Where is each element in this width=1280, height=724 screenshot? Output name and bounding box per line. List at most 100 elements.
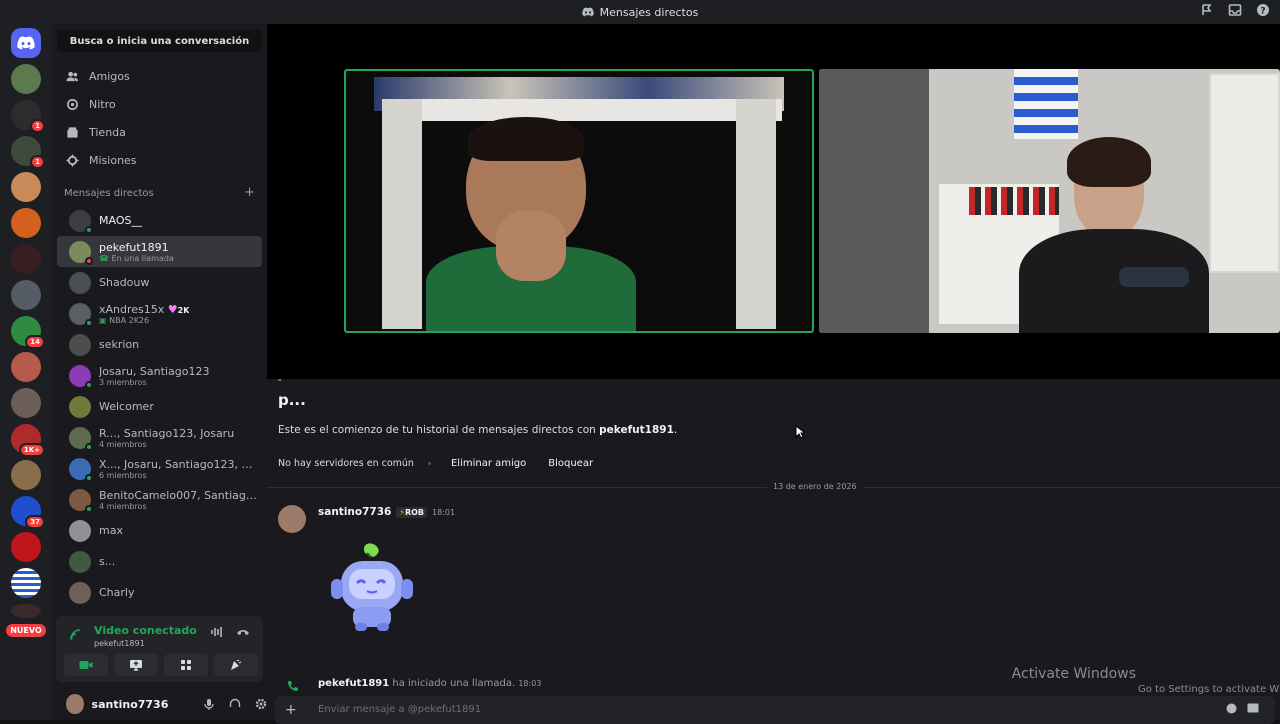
- add-dm-icon[interactable]: +: [244, 186, 255, 199]
- title-text: Mensajes directos: [599, 5, 699, 19]
- avatar: [69, 581, 91, 604]
- server-icon[interactable]: [11, 172, 41, 202]
- home-button[interactable]: [11, 28, 41, 58]
- server-icon[interactable]: [11, 208, 41, 238]
- video-person-controller: [1119, 267, 1189, 287]
- shop-icon: [66, 126, 79, 139]
- nav-item-quests[interactable]: Misiones: [52, 146, 267, 174]
- title-bar: Mensajes directos ?: [0, 0, 1280, 24]
- flag-icon[interactable]: [1200, 3, 1214, 17]
- nav-item-friends[interactable]: Amigos: [52, 62, 267, 90]
- server-icon[interactable]: 1: [11, 136, 45, 169]
- avatar: [69, 519, 91, 542]
- server-icon[interactable]: 1: [11, 100, 45, 133]
- call-event-user[interactable]: pekefut1891: [318, 678, 389, 689]
- server-icon[interactable]: [11, 280, 41, 310]
- message-avatar[interactable]: [278, 505, 306, 533]
- voice-status: Video conectado: [94, 624, 197, 637]
- message-author[interactable]: santino7736: [318, 506, 391, 518]
- server-icon[interactable]: 1K+: [11, 424, 45, 457]
- camera-button[interactable]: [64, 654, 108, 676]
- server-badge: 1: [30, 119, 45, 133]
- block-button[interactable]: Bloquear: [546, 455, 595, 472]
- server-icon[interactable]: 14: [11, 316, 45, 349]
- chat-intro: Este es el comienzo de tu historial de m…: [278, 424, 678, 436]
- watermark-line1: Activate Windows: [1011, 666, 1136, 682]
- dm-item[interactable]: Shadouw: [57, 267, 262, 298]
- dm-name: BenitoCamelo007, Santiago1...: [99, 488, 259, 502]
- watermark-line2: Go to Settings to activate Windows.: [1138, 684, 1280, 695]
- avatar: [69, 302, 93, 327]
- group-avatar: [69, 364, 93, 389]
- separator-dot: [427, 462, 431, 465]
- nav-item-shop[interactable]: Tienda: [52, 118, 267, 146]
- activities-button[interactable]: [164, 654, 208, 676]
- friends-icon: [66, 70, 79, 83]
- server-icon[interactable]: [11, 388, 41, 418]
- dm-name: Shadouw: [99, 276, 150, 289]
- camera-icon: [79, 661, 93, 669]
- server-icon[interactable]: [11, 568, 41, 598]
- watermark-line2-clip: Go to Settings to activate Windows.: [1138, 684, 1280, 698]
- dm-item[interactable]: MAOS__: [57, 205, 262, 236]
- help-icon[interactable]: ?: [1256, 3, 1270, 17]
- dm-item[interactable]: Josaru, Santiago123 3 miembros: [57, 360, 262, 391]
- dm-item[interactable]: s...: [57, 546, 262, 577]
- video-tile-santino7736[interactable]: [819, 69, 1280, 333]
- dm-item[interactable]: pekefut1891 ☎ En una llamada: [57, 236, 262, 267]
- server-icon[interactable]: [11, 352, 41, 382]
- server-icon[interactable]: 37: [11, 496, 45, 529]
- server-badge: 1: [30, 155, 45, 169]
- dm-item[interactable]: X..., Josaru, Santiago123, R...,... 6 mi…: [57, 453, 262, 484]
- activities-icon: [181, 660, 191, 670]
- nav-item-nitro[interactable]: Nitro: [52, 90, 267, 118]
- disconnect-icon[interactable]: [236, 626, 250, 638]
- server-icon[interactable]: [11, 244, 41, 274]
- dm-item[interactable]: max: [57, 515, 262, 546]
- date-label: 13 de enero de 2026: [767, 482, 863, 491]
- dm-subtext: ▣ NBA 2K26: [99, 315, 150, 325]
- no-servers-label: No hay servidores en común: [278, 458, 414, 469]
- dm-name: pekefut1891: [99, 240, 169, 254]
- gif-icon[interactable]: [1247, 703, 1259, 713]
- dm-name: X..., Josaru, Santiago123, R...,...: [99, 457, 259, 471]
- server-icon[interactable]: [11, 604, 41, 618]
- settings-gear-icon[interactable]: [255, 698, 267, 710]
- voice-connection-panel: Video conectado pekefut1891: [56, 616, 263, 682]
- dm-item[interactable]: Welcomer: [57, 391, 262, 422]
- inbox-icon[interactable]: [1228, 3, 1242, 17]
- microphone-icon[interactable]: [203, 698, 215, 710]
- video-tile-pekefut1891[interactable]: [344, 69, 814, 333]
- title-bar-heading: Mensajes directos: [581, 5, 699, 19]
- gift-icon[interactable]: [1226, 703, 1237, 714]
- server-icon[interactable]: [11, 460, 41, 490]
- dm-name: MAOS__: [99, 214, 143, 227]
- remove-friend-button[interactable]: Eliminar amigo: [445, 455, 532, 472]
- search-input[interactable]: Busca o inicia una conversación: [57, 30, 262, 52]
- call-event-icon: [287, 677, 299, 696]
- video-background-door: [1209, 73, 1280, 273]
- screen-share-button[interactable]: [114, 654, 158, 676]
- user-avatar[interactable]: [66, 694, 84, 714]
- date-divider: 13 de enero de 2026: [267, 482, 1280, 491]
- group-avatar: [69, 457, 93, 482]
- wumpus-sticker[interactable]: [327, 539, 417, 638]
- dm-item[interactable]: Charly: [57, 577, 262, 608]
- dm-item[interactable]: xAndres15x ♥2K ▣ NBA 2K26: [57, 298, 262, 329]
- server-icon[interactable]: [11, 532, 41, 562]
- soundboard-icon[interactable]: [210, 626, 224, 638]
- dm-subtext: ☎ En una llamada: [99, 253, 174, 263]
- dm-item[interactable]: R..., Santiago123, Josaru 4 miembros: [57, 422, 262, 453]
- user-name: santino7736: [91, 697, 169, 711]
- voice-channel[interactable]: pekefut1891: [94, 639, 145, 648]
- message-input[interactable]: Enviar mensaje a @pekefut1891: [318, 704, 481, 715]
- new-badge: NUEVO: [6, 624, 46, 637]
- server-icon[interactable]: [11, 64, 41, 94]
- headphones-icon[interactable]: [229, 698, 241, 710]
- attach-plus-icon[interactable]: +: [285, 702, 297, 718]
- soundboard-button[interactable]: [214, 654, 258, 676]
- avatar: [69, 395, 91, 418]
- video-person-hand: [496, 211, 566, 281]
- dm-item[interactable]: BenitoCamelo007, Santiago1... 4 miembros: [57, 484, 262, 515]
- dm-item[interactable]: sekrion: [57, 329, 262, 360]
